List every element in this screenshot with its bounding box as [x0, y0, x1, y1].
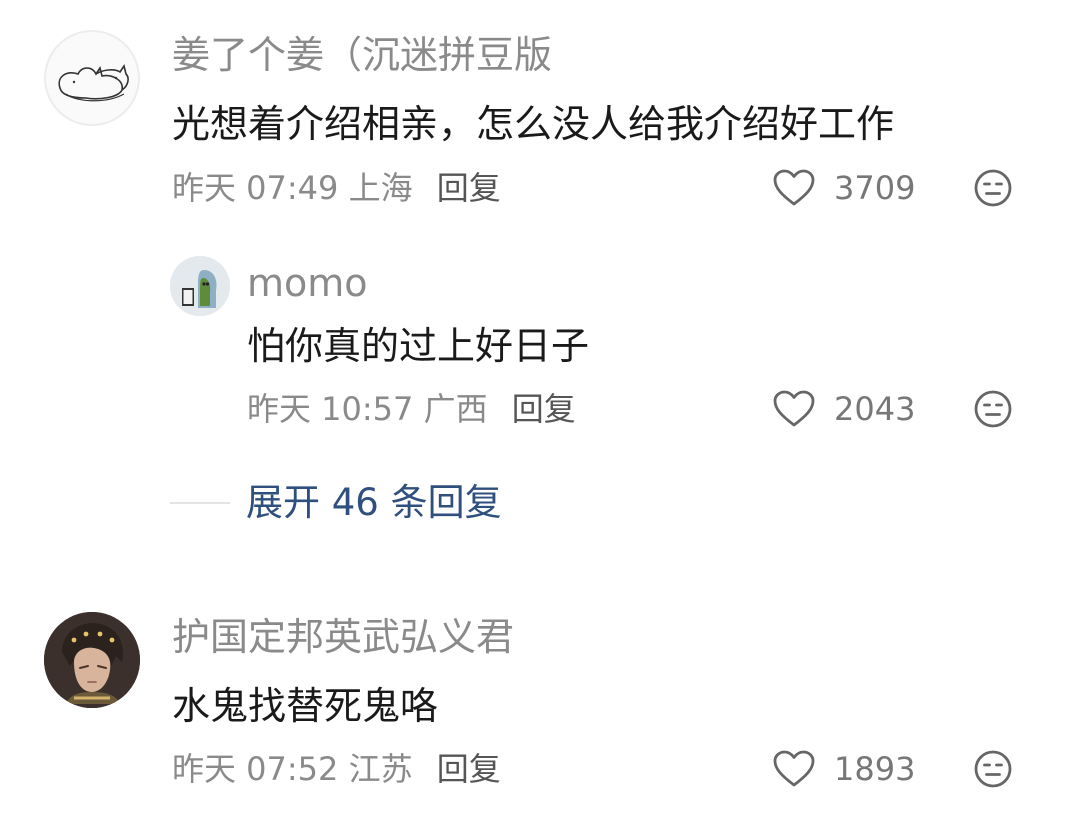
comment-username[interactable]: 护国定邦英武弘义君 — [172, 614, 514, 660]
dislike-button[interactable] — [973, 168, 1013, 208]
comment-meta: 昨天 07:49 上海 回复 — [172, 168, 501, 208]
like-button[interactable]: 1893 — [772, 749, 915, 789]
like-button[interactable]: 2043 — [772, 389, 915, 429]
avatar[interactable] — [44, 612, 140, 708]
comment-location: 江苏 — [348, 750, 413, 788]
comment-time: 昨天 07:49 — [172, 169, 339, 207]
cats-sketch-icon — [58, 64, 129, 102]
heart-icon — [773, 169, 815, 206]
comment-username[interactable]: 姜了个姜（沉迷拼豆版 — [172, 32, 552, 78]
expand-replies-label[interactable]: 展开 46 条回复 — [246, 480, 502, 526]
comment-text[interactable]: 光想着介绍相亲，怎么没人给我介绍好工作 — [172, 100, 894, 148]
comment-time: 昨天 07:52 — [172, 750, 339, 788]
dislike-button[interactable] — [973, 389, 1013, 429]
reply-time: 昨天 10:57 — [247, 390, 414, 428]
avatar[interactable] — [44, 30, 140, 126]
heart-icon — [773, 750, 815, 787]
figurine-icon — [170, 256, 230, 316]
anime-character-icon — [44, 612, 140, 708]
neutral-face-icon — [974, 390, 1012, 428]
like-count: 3709 — [834, 169, 916, 207]
comment-location: 上海 — [348, 169, 413, 207]
comment-text[interactable]: 水鬼找替死鬼咯 — [172, 682, 438, 730]
reply-meta: 昨天 10:57 广西 回复 — [247, 389, 576, 429]
reply-button[interactable]: 回复 — [512, 390, 576, 428]
neutral-face-icon — [974, 750, 1012, 788]
dislike-button[interactable] — [973, 749, 1013, 789]
heart-icon — [773, 390, 815, 427]
avatar[interactable] — [170, 256, 230, 316]
reply-text[interactable]: 怕你真的过上好日子 — [247, 322, 589, 370]
reply-location: 广西 — [423, 390, 488, 428]
reply-username[interactable]: momo — [247, 260, 368, 306]
comment-meta: 昨天 07:52 江苏 回复 — [172, 749, 501, 789]
divider — [170, 502, 230, 504]
reply-button[interactable]: 回复 — [437, 169, 501, 207]
like-count: 2043 — [834, 390, 916, 428]
reply-button[interactable]: 回复 — [437, 750, 501, 788]
like-button[interactable]: 3709 — [772, 168, 915, 208]
like-count: 1893 — [834, 750, 916, 788]
expand-replies[interactable]: 展开 46 条回复 — [170, 480, 502, 526]
neutral-face-icon — [974, 169, 1012, 207]
